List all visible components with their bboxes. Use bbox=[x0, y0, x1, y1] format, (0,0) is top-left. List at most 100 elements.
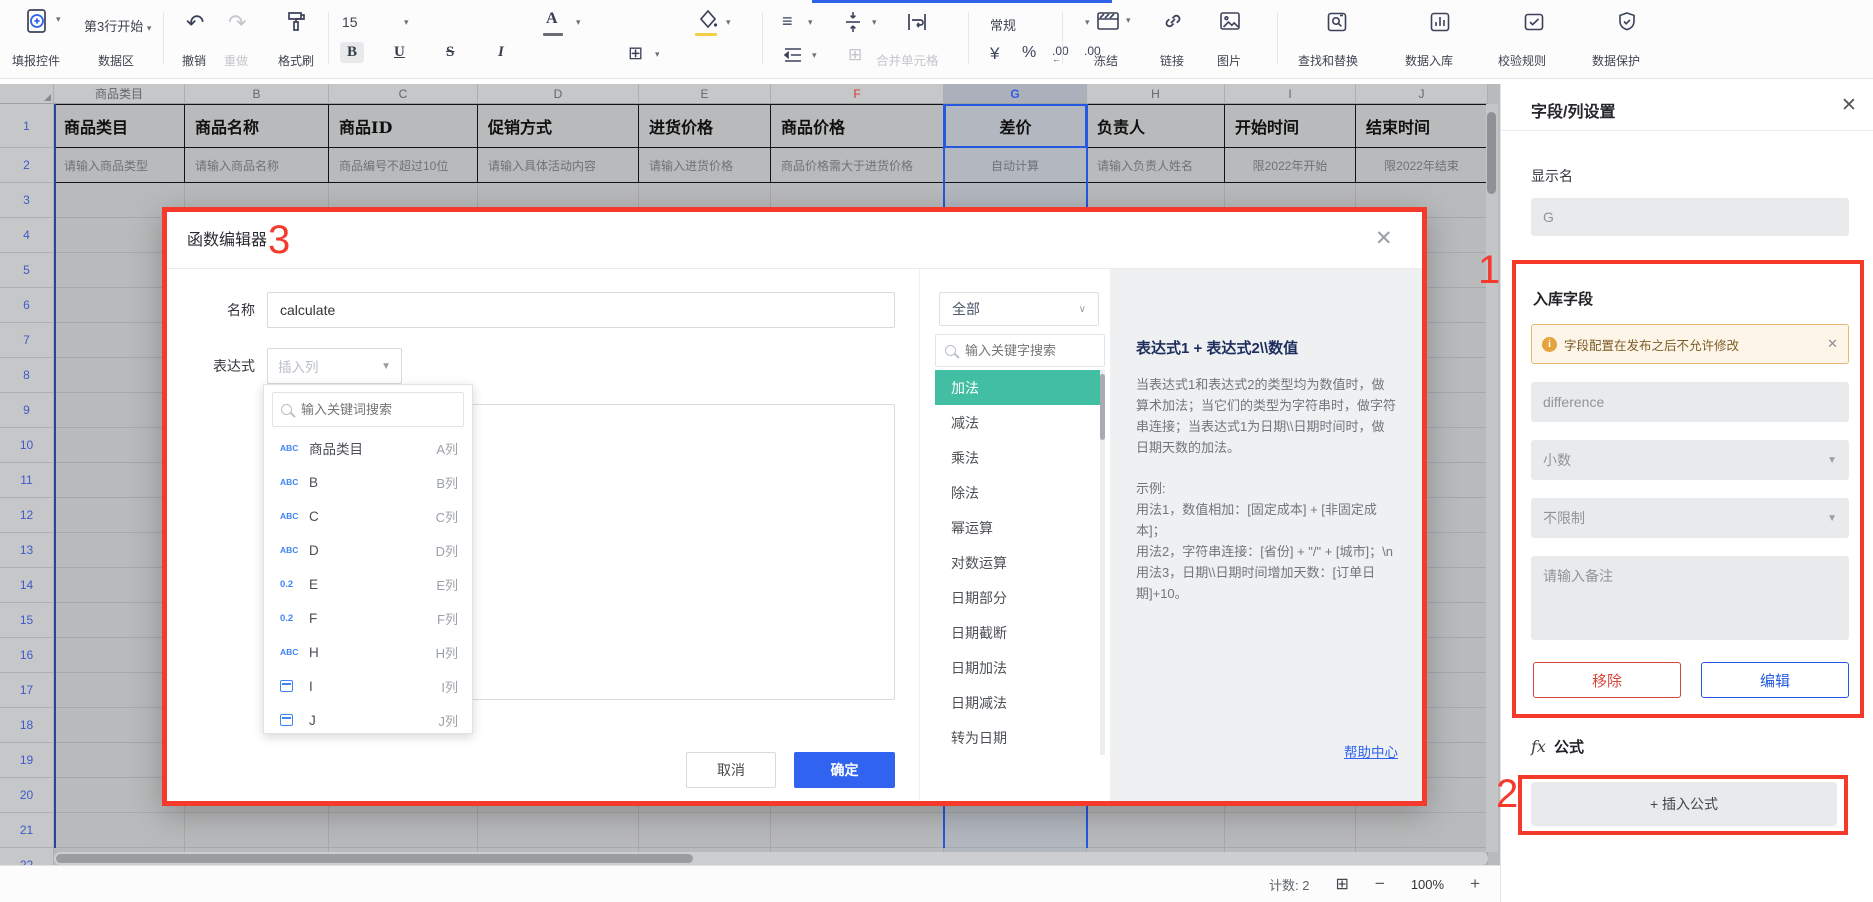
row-number-14[interactable]: 14 bbox=[0, 568, 54, 603]
header-cell-商品名称[interactable]: 商品名称 bbox=[185, 104, 329, 148]
column-header-C[interactable]: C bbox=[329, 84, 478, 104]
number-format-caret-icon[interactable]: ▾ bbox=[1085, 17, 1090, 28]
function-item-幂运算[interactable]: 幂运算 bbox=[935, 510, 1105, 545]
font-size-select[interactable]: 15 bbox=[342, 14, 358, 30]
function-item-日期截断[interactable]: 日期截断 bbox=[935, 615, 1105, 650]
function-item-日期加法[interactable]: 日期加法 bbox=[935, 650, 1105, 685]
hint-cell[interactable]: 限2022年结束 bbox=[1356, 148, 1488, 183]
function-category-select[interactable]: 全部 ∨ bbox=[939, 292, 1099, 326]
column-header-E[interactable]: E bbox=[639, 84, 771, 104]
insert-formula-button[interactable]: + 插入公式 bbox=[1531, 782, 1837, 826]
select-all-corner[interactable] bbox=[0, 84, 54, 104]
row-number-8[interactable]: 8 bbox=[0, 358, 54, 393]
data-warehouse-label[interactable]: 数据入库 bbox=[1405, 52, 1453, 69]
column-option-商品类目[interactable]: ABC商品类目A列 bbox=[264, 431, 472, 465]
function-item-减法[interactable]: 减法 bbox=[935, 405, 1105, 440]
column-option-C[interactable]: ABCCC列 bbox=[264, 499, 472, 533]
cell[interactable] bbox=[329, 813, 478, 848]
cell[interactable] bbox=[1087, 813, 1225, 848]
fill-widget-label[interactable]: 填报控件 bbox=[12, 52, 60, 69]
confirm-button[interactable]: 确定 bbox=[794, 752, 895, 788]
hint-cell[interactable]: 商品编号不超过10位 bbox=[329, 148, 478, 183]
row-number-19[interactable]: 19 bbox=[0, 743, 54, 778]
decrease-decimal-icon[interactable]: .00← bbox=[1052, 45, 1069, 64]
freeze-icon[interactable] bbox=[1095, 10, 1121, 32]
function-item-乘法[interactable]: 乘法 bbox=[935, 440, 1105, 475]
field-type-select[interactable]: 小数▼ bbox=[1531, 440, 1849, 480]
vertical-scrollbar-thumb[interactable] bbox=[1487, 112, 1496, 194]
font-size-caret-icon[interactable]: ▾ bbox=[404, 17, 409, 28]
column-option-B[interactable]: ABCBB列 bbox=[264, 465, 472, 499]
function-name-input[interactable] bbox=[267, 292, 895, 328]
column-header-I[interactable]: I bbox=[1225, 84, 1356, 104]
indent-icon[interactable] bbox=[782, 46, 804, 64]
row-number-3[interactable]: 3 bbox=[0, 183, 54, 218]
hint-cell[interactable]: 自动计算 bbox=[944, 148, 1087, 183]
hint-cell[interactable]: 请输入负责人姓名 bbox=[1087, 148, 1225, 183]
cell[interactable] bbox=[944, 813, 1087, 848]
hint-cell[interactable]: 请输入商品名称 bbox=[185, 148, 329, 183]
header-cell-负责人[interactable]: 负责人 bbox=[1087, 104, 1225, 148]
horizontal-align-caret-icon[interactable]: ▾ bbox=[808, 17, 813, 28]
function-item-转为日期[interactable]: 转为日期 bbox=[935, 720, 1105, 755]
fill-widget-icon[interactable] bbox=[24, 8, 50, 36]
function-item-除法[interactable]: 除法 bbox=[935, 475, 1105, 510]
function-item-日期部分[interactable]: 日期部分 bbox=[935, 580, 1105, 615]
freeze-caret-icon[interactable]: ▾ bbox=[1126, 15, 1131, 26]
number-format-select[interactable]: 常规 bbox=[990, 15, 1016, 34]
column-header-B[interactable]: B bbox=[185, 84, 329, 104]
cell[interactable] bbox=[54, 813, 185, 848]
vertical-align-icon[interactable] bbox=[842, 10, 864, 34]
zoom-in-button[interactable]: + bbox=[1470, 874, 1480, 894]
cancel-button[interactable]: 取消 bbox=[686, 752, 776, 788]
row-number-22[interactable]: 22 bbox=[0, 848, 54, 865]
cell[interactable] bbox=[185, 813, 329, 848]
note-textarea[interactable]: 请输入备注 bbox=[1531, 556, 1849, 640]
cell[interactable] bbox=[639, 813, 771, 848]
font-color-button[interactable]: A bbox=[546, 10, 558, 28]
column-option-F[interactable]: 0.2FF列 bbox=[264, 601, 472, 635]
data-protection-label[interactable]: 数据保护 bbox=[1592, 52, 1640, 69]
undo-icon[interactable]: ↶ bbox=[186, 12, 204, 34]
picture-label[interactable]: 图片 bbox=[1217, 52, 1241, 69]
row-number-20[interactable]: 20 bbox=[0, 778, 54, 813]
row-number-1[interactable]: 1 bbox=[0, 104, 54, 148]
row-number-9[interactable]: 9 bbox=[0, 393, 54, 428]
link-icon[interactable] bbox=[1162, 10, 1184, 32]
font-color-caret-icon[interactable]: ▾ bbox=[576, 17, 581, 28]
help-center-link[interactable]: 帮助中心 bbox=[1344, 741, 1398, 761]
column-header-J[interactable]: J bbox=[1356, 84, 1488, 104]
function-item-日期减法[interactable]: 日期减法 bbox=[935, 685, 1105, 720]
header-cell-商品类目[interactable]: 商品类目 bbox=[54, 104, 185, 148]
horizontal-align-icon[interactable]: ≡ bbox=[782, 12, 793, 30]
fill-widget-caret-icon[interactable]: ▾ bbox=[56, 14, 61, 25]
bold-button[interactable]: B bbox=[340, 42, 364, 63]
row-number-11[interactable]: 11 bbox=[0, 463, 54, 498]
display-name-input[interactable]: G bbox=[1531, 198, 1849, 236]
currency-format-icon[interactable]: ¥ bbox=[990, 45, 999, 62]
strikethrough-button[interactable]: S bbox=[446, 44, 454, 61]
insert-column-select[interactable]: 插入列 ▼ bbox=[267, 348, 402, 384]
column-option-E[interactable]: 0.2EE列 bbox=[264, 567, 472, 601]
row-number-18[interactable]: 18 bbox=[0, 708, 54, 743]
row-number-17[interactable]: 17 bbox=[0, 673, 54, 708]
merge-cells-label[interactable]: 合并单元格 bbox=[876, 50, 939, 69]
row-number-16[interactable]: 16 bbox=[0, 638, 54, 673]
hint-cell[interactable]: 请输入商品类型 bbox=[54, 148, 185, 183]
freeze-label[interactable]: 冻结 bbox=[1094, 52, 1118, 69]
fill-color-icon[interactable] bbox=[696, 8, 720, 30]
column-option-D[interactable]: ABCDD列 bbox=[264, 533, 472, 567]
header-cell-结束时间[interactable]: 结束时间 bbox=[1356, 104, 1488, 148]
validation-rules-icon[interactable] bbox=[1522, 10, 1546, 34]
row-number-12[interactable]: 12 bbox=[0, 498, 54, 533]
column-header-G[interactable]: G bbox=[944, 84, 1087, 104]
field-limit-select[interactable]: 不限制▼ bbox=[1531, 498, 1849, 538]
cell[interactable] bbox=[1225, 813, 1356, 848]
field-name-input[interactable]: difference bbox=[1531, 382, 1849, 422]
dialog-close-icon[interactable]: ✕ bbox=[1375, 226, 1393, 251]
column-header-F[interactable]: F bbox=[771, 84, 944, 104]
data-area-label[interactable]: 数据区 bbox=[98, 52, 134, 69]
data-protection-icon[interactable] bbox=[1615, 10, 1639, 34]
underline-button[interactable]: U bbox=[394, 44, 405, 61]
indent-caret-icon[interactable]: ▾ bbox=[812, 50, 817, 61]
